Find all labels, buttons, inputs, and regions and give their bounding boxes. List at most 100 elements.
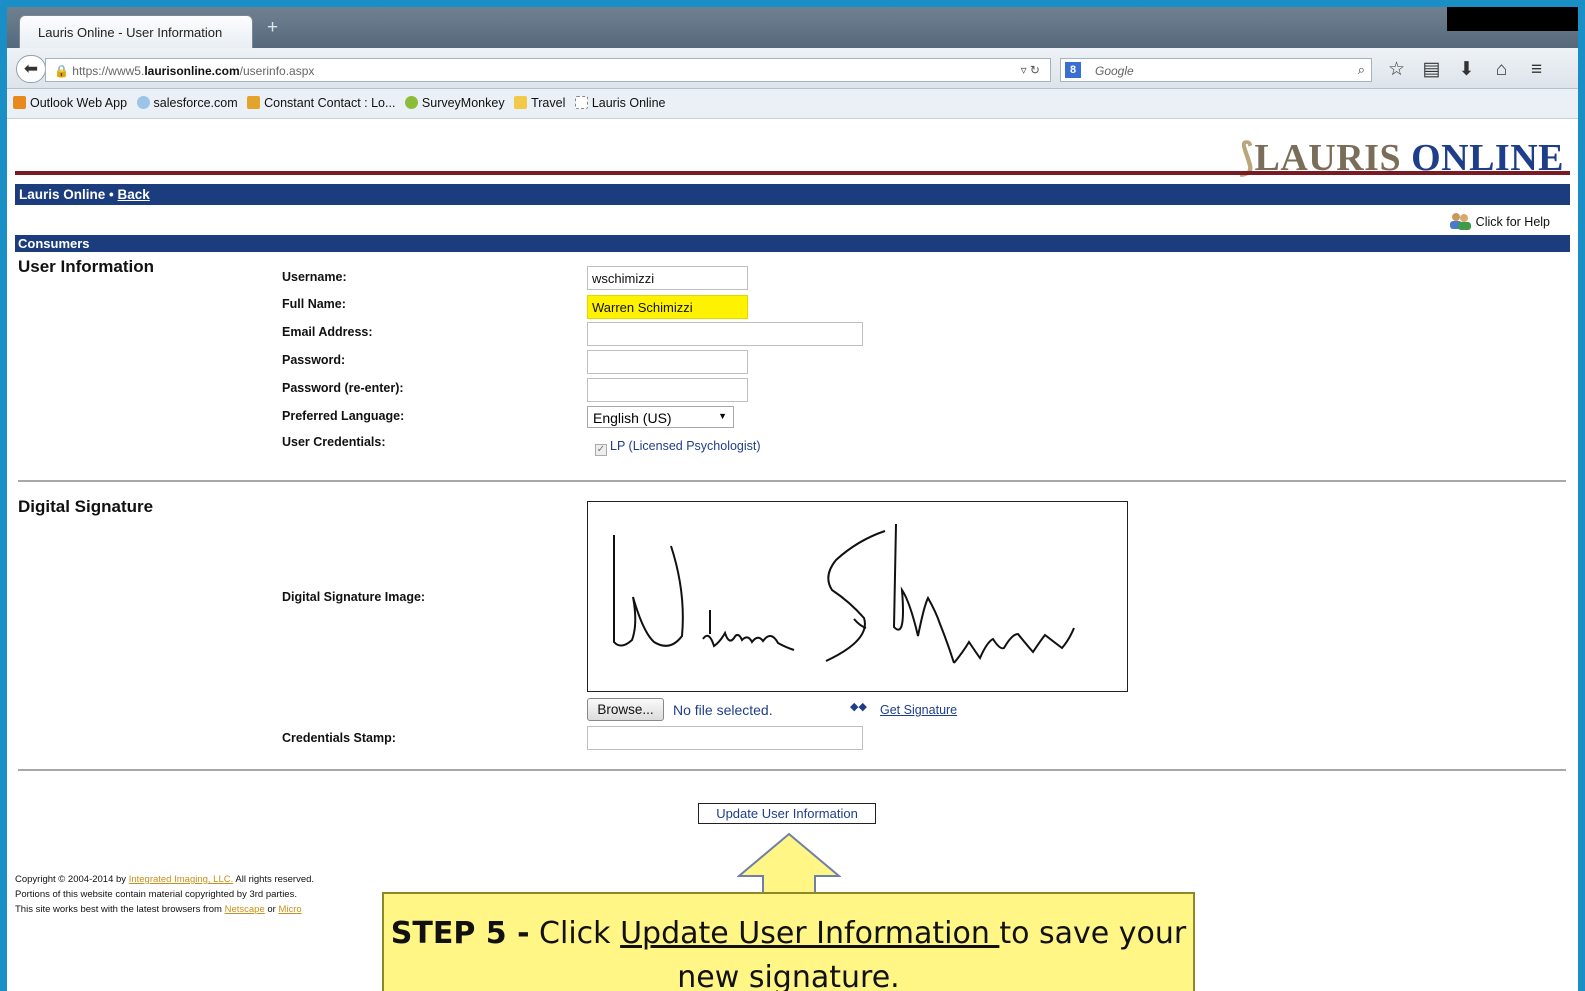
callout-step: STEP 5 -: [390, 916, 530, 951]
section-divider: [18, 480, 1566, 482]
help-label: Click for Help: [1475, 215, 1550, 229]
user-info-heading: User Information: [18, 257, 155, 276]
reload-icon[interactable]: ▿ ↻: [1021, 63, 1040, 77]
credentials-stamp-label: Credentials Stamp:: [282, 731, 396, 745]
callout-text-pre: Click: [529, 916, 621, 951]
fullname-label: Full Name:: [282, 297, 346, 311]
lock-icon: 🔒: [54, 64, 73, 78]
bookmark-salesforce[interactable]: salesforce.com: [136, 96, 238, 110]
update-user-info-button[interactable]: Update User Information: [698, 803, 876, 824]
tab-title: Lauris Online - User Information: [38, 25, 223, 40]
section-bar: Consumers: [15, 235, 1570, 252]
signature-drawing: [613, 523, 1075, 664]
back-arrow-icon: ⬅: [23, 59, 39, 78]
url-domain: laurisonline.com: [144, 64, 240, 78]
bookmark-label: Outlook Web App: [30, 96, 128, 110]
credentials-stamp-field[interactable]: [587, 726, 863, 750]
no-file-text: No file selected.: [673, 702, 773, 718]
fullname-field[interactable]: Warren Schimizzi: [587, 295, 748, 319]
help-people-icon: [1449, 213, 1471, 230]
bookmark-outlook[interactable]: Outlook Web App: [13, 96, 127, 110]
header-divider: [15, 171, 1570, 175]
bookmark-label: salesforce.com: [153, 96, 238, 110]
footer-text: This site works best with the latest bro…: [15, 904, 225, 915]
language-select[interactable]: English (US) ▼: [587, 406, 734, 428]
page-icon: [574, 96, 588, 109]
footer-line2: Portions of this website contain materia…: [15, 889, 297, 900]
magnifier-icon[interactable]: ⌕: [1358, 62, 1365, 78]
microsoft-link[interactable]: Micro: [278, 904, 301, 915]
password-field[interactable]: [587, 350, 748, 374]
bookmark-lauris[interactable]: Lauris Online: [574, 96, 665, 110]
integrated-imaging-link[interactable]: Integrated Imaging, LLC.: [129, 874, 234, 885]
constant-contact-icon: [247, 96, 261, 109]
new-tab-button[interactable]: +: [267, 17, 278, 39]
username-field[interactable]: wschimizzi: [587, 266, 748, 290]
callout-link-text: Update User Information: [620, 916, 1000, 951]
breadcrumb: Lauris Online • Back: [15, 184, 1570, 205]
signature-image-label: Digital Signature Image:: [282, 590, 426, 604]
download-icon[interactable]: ⬇: [1449, 58, 1484, 81]
redacted-bar: [1447, 7, 1578, 31]
footer: Copyright © 2004-2014 by Integrated Imag…: [15, 872, 314, 917]
url-prefix: https://www5.: [72, 64, 145, 78]
bookmark-star-icon[interactable]: ☆: [1379, 58, 1414, 81]
search-input[interactable]: 8 Google ⌕: [1060, 58, 1372, 82]
bookmark-label: Constant Contact : Lo...: [264, 96, 396, 110]
netscape-link[interactable]: Netscape: [225, 904, 265, 915]
callout-arrow-icon: [737, 832, 841, 895]
page-content: ⟆LAURIS ONLINE Lauris Online • Back Clic…: [7, 120, 1578, 991]
back-link[interactable]: Back: [118, 187, 150, 202]
browser-window: Lauris Online - User Information + ⬅ 🔒 h…: [7, 7, 1578, 991]
tab-strip: Lauris Online - User Information +: [7, 7, 1578, 48]
back-button[interactable]: ⬅: [16, 55, 46, 83]
url-path: /userinfo.aspx: [239, 64, 315, 78]
bookmark-surveymonkey[interactable]: SurveyMonkey: [404, 96, 505, 110]
password-label: Password:: [282, 353, 346, 367]
footer-line1: Copyright © 2004-2014 by Integrated Imag…: [15, 872, 314, 887]
address-bar[interactable]: 🔒 https://www5.laurisonline.com/userinfo…: [45, 58, 1051, 82]
help-link[interactable]: Click for Help: [1448, 212, 1550, 230]
home-icon[interactable]: ⌂: [1484, 59, 1519, 81]
email-label: Email Address:: [282, 325, 373, 339]
navigation-toolbar: ⬅ 🔒 https://www5.laurisonline.com/userin…: [7, 48, 1578, 89]
credential-checkbox[interactable]: ✓: [595, 444, 607, 456]
breadcrumb-separator: •: [105, 187, 118, 202]
email-field[interactable]: [587, 322, 863, 346]
instruction-callout: STEP 5 - Click Update User Information t…: [382, 892, 1195, 991]
credential-checkbox-row: ✓ LP (Licensed Psychologist): [595, 439, 761, 456]
bookmark-constant-contact[interactable]: Constant Contact : Lo...: [247, 96, 395, 110]
breadcrumb-site: Lauris Online: [19, 187, 106, 202]
language-value: English (US): [593, 410, 672, 426]
reading-list-icon[interactable]: ▤: [1414, 58, 1449, 81]
password-reenter-label: Password (re-enter):: [282, 381, 404, 395]
toolbar-icons: ☆ ▤ ⬇ ⌂ ≡: [1379, 58, 1554, 81]
search-placeholder: Google: [1095, 64, 1134, 78]
bookmark-label: Travel: [531, 96, 566, 110]
section-divider: [18, 769, 1566, 771]
footer-text: All rights reserved.: [233, 874, 315, 885]
surveymonkey-icon: [404, 96, 418, 109]
language-label: Preferred Language:: [282, 409, 405, 423]
footer-text: Copyright © 2004-2014 by: [15, 874, 129, 885]
cloud-icon: [136, 96, 150, 109]
signature-image: [587, 501, 1128, 692]
bookmarks-bar: Outlook Web App salesforce.com Constant …: [7, 89, 1578, 119]
signature-heading: Digital Signature: [18, 497, 154, 516]
google-icon: 8: [1065, 62, 1081, 78]
password-reenter-field[interactable]: [587, 378, 748, 402]
chevron-down-icon: ▼: [718, 411, 727, 421]
get-signature-link[interactable]: Get Signature: [880, 703, 957, 717]
credentials-label: User Credentials:: [282, 435, 386, 449]
credential-label: LP (Licensed Psychologist): [610, 439, 761, 453]
arrows-icon: ◆◆: [850, 701, 867, 713]
outlook-icon: [13, 96, 26, 109]
bookmark-travel[interactable]: Travel: [514, 96, 565, 110]
username-label: Username:: [282, 270, 347, 284]
browser-tab[interactable]: Lauris Online - User Information: [19, 15, 253, 48]
browse-button[interactable]: Browse...: [587, 698, 664, 721]
menu-icon[interactable]: ≡: [1519, 59, 1554, 81]
folder-icon: [514, 96, 528, 109]
bookmark-label: SurveyMonkey: [421, 96, 505, 110]
footer-text: or: [264, 904, 279, 915]
